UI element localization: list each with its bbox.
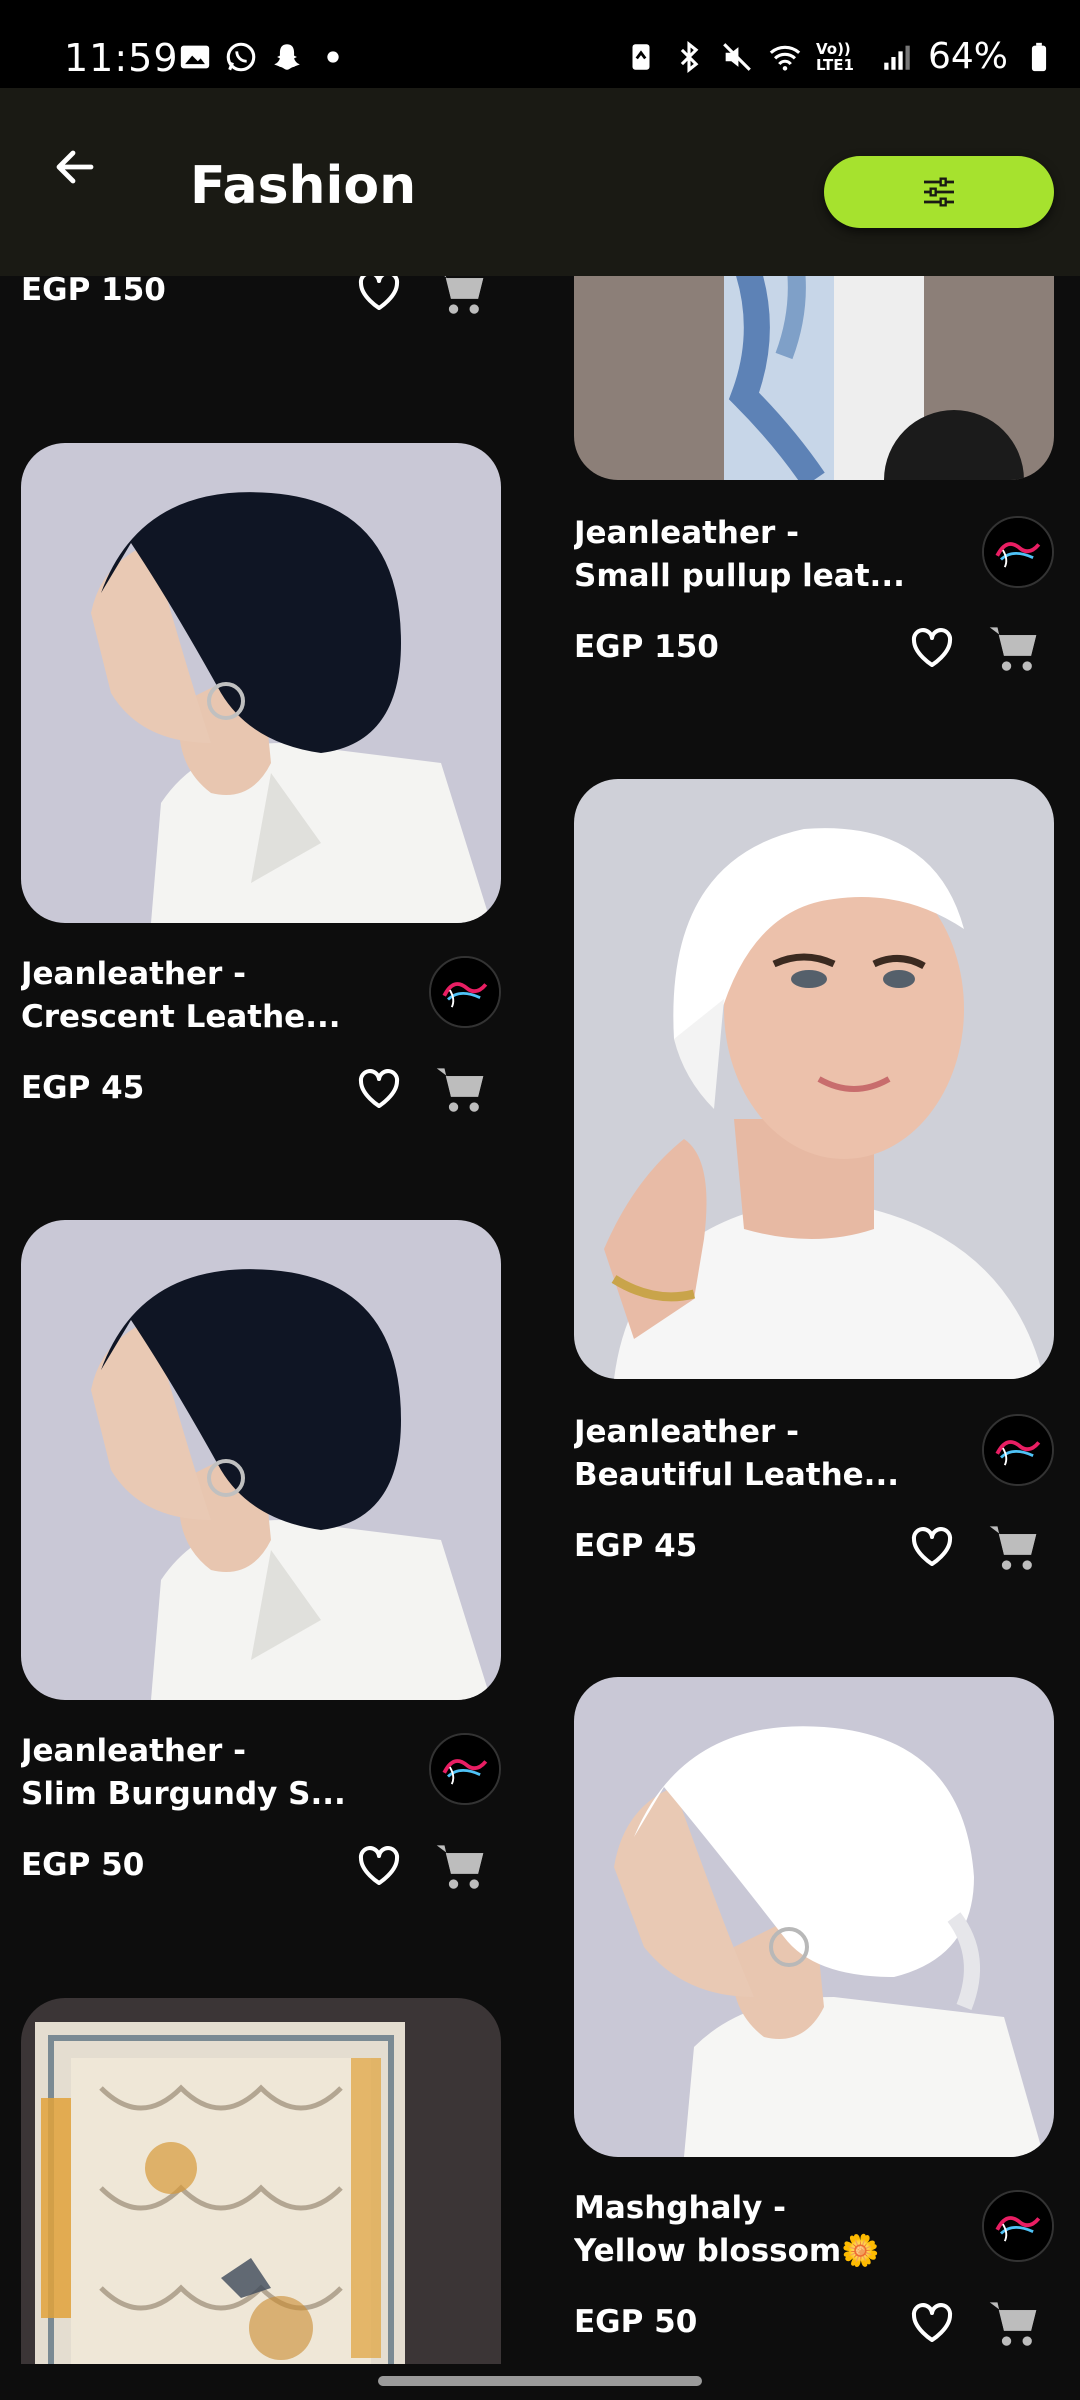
brand-logo[interactable] [429,1733,501,1805]
product-price: EGP 150 [574,629,719,665]
heart-outline-icon [358,1069,400,1109]
product-card[interactable]: Mashghaly - Yellow blossom🌼 EGP 50 [574,1677,1054,2346]
filter-button[interactable] [824,156,1054,228]
favorite-button[interactable] [351,276,407,318]
signal-icon [880,40,914,74]
product-card[interactable]: Jeanleather - Small pullup leat... EGP 15… [574,276,1054,671]
home-indicator[interactable] [378,2376,702,2386]
hijabiya-logo [984,1416,1052,1484]
product-price: EGP 45 [21,1070,145,1106]
product-image[interactable] [21,443,501,923]
heart-outline-icon [911,1527,953,1567]
product-image[interactable] [21,1998,501,2364]
snapchat-icon [270,40,304,74]
heart-outline-icon [911,2303,953,2343]
product-name: Mashghaly - Yellow blossom🌼 [574,2190,880,2269]
app-bar: Fashion [0,88,1080,276]
cart-icon [989,1526,1037,1570]
battery-icon [1022,40,1056,74]
status-bar: 11:59 Vo)) LTE1 64% [0,0,1080,88]
favorite-button[interactable] [351,1060,407,1116]
product-card[interactable]: Jeanleather - Beautiful Leathe... EGP 45 [574,779,1054,1570]
hijabiya-logo [431,958,499,1026]
battery-saver-icon [624,40,658,74]
add-to-cart-button[interactable] [429,276,491,322]
product-name: Jeanleather - Beautiful Leathe... [574,1414,900,1493]
brand-logo[interactable] [982,2190,1054,2262]
black-bonnet-photo [21,1220,501,1700]
add-to-cart-button[interactable] [982,617,1044,679]
brand-logo[interactable] [982,516,1054,588]
bluetooth-icon [672,40,706,74]
add-to-cart-button[interactable] [429,1835,491,1897]
whatsapp-icon [224,40,258,74]
product-price: EGP 50 [21,1847,145,1883]
hijabiya-logo [984,2192,1052,2260]
cart-icon [436,1068,484,1112]
favorite-button[interactable] [904,1518,960,1574]
network-label: Vo)) LTE1 [815,39,854,74]
product-card[interactable]: Jeanleather - Slim Burgundy S... EGP 50 [21,1220,501,1889]
arrow-left-icon [56,150,94,184]
favorite-button[interactable] [904,2294,960,2350]
cart-icon [989,2302,1037,2346]
add-to-cart-button[interactable] [982,1516,1044,1578]
product-grid[interactable]: EGP 150 Jeanleather - Small pullup leat..… [0,276,1080,2364]
product-name: Jeanleather - Slim Burgundy S... [21,1733,346,1812]
favorite-button[interactable] [904,619,960,675]
product-price: EGP 50 [574,2304,698,2340]
sliders-icon [924,177,954,207]
add-to-cart-button[interactable] [982,2292,1044,2354]
cart-icon [989,627,1037,671]
favorite-button[interactable] [351,1837,407,1893]
product-name: Jeanleather - Crescent Leathe... [21,956,341,1035]
add-to-cart-button[interactable] [429,1058,491,1120]
gallery-icon [178,40,212,74]
status-time: 11:59 [64,36,179,80]
hijabiya-logo [431,1735,499,1803]
product-image[interactable] [574,1677,1054,2157]
back-button[interactable] [40,132,110,202]
mute-icon [720,40,754,74]
product-card[interactable]: Jeanleather - Crescent Leathe... EGP 45 [21,443,501,1112]
wifi-icon [768,40,802,74]
white-bonnet-photo [574,1677,1054,2157]
product-image[interactable] [574,276,1054,480]
heart-outline-icon [358,1846,400,1886]
brand-logo[interactable] [982,1414,1054,1486]
brand-logo[interactable] [429,956,501,1028]
hijabiya-logo [984,518,1052,586]
product-image[interactable] [574,779,1054,1379]
cart-icon [444,276,484,314]
battery-percent: 64% [927,36,1008,77]
product-name: Jeanleather - Small pullup leat... [574,515,905,594]
dot-icon [316,40,350,74]
cart-icon [436,1845,484,1889]
white-cap-photo [574,779,1054,1379]
scarf-photo [574,276,1054,480]
product-card[interactable] [21,1998,501,2364]
product-price: EGP 150 [21,276,166,308]
heart-outline-icon [911,628,953,668]
product-price: EGP 45 [574,1528,698,1564]
system-status: Vo)) LTE1 64% [624,36,1056,77]
page-title: Fashion [190,156,417,216]
notification-icons [178,40,350,74]
black-bonnet-photo [21,443,501,923]
rug-photo [21,1998,501,2364]
product-image[interactable] [21,1220,501,1700]
heart-outline-icon [358,276,400,311]
